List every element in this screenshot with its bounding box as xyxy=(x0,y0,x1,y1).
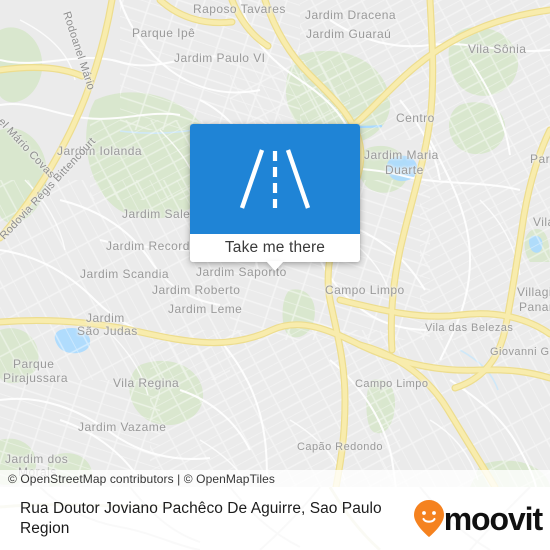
card-footer[interactable]: Take me there xyxy=(190,234,360,271)
map-road-label: el Mário Covas xyxy=(0,115,58,181)
map-place-label: Jardim Salet xyxy=(122,207,195,221)
map-place-label: Jardim Record J xyxy=(106,239,201,253)
map-place-label: Pirajussara xyxy=(3,371,68,385)
map-place-label: Capão Redondo xyxy=(297,441,383,453)
attribution-text: © OpenStreetMap contributors | © OpenMap… xyxy=(8,471,275,486)
map-place-label: Jardim Leme xyxy=(168,302,243,316)
moovit-wordmark: moovit xyxy=(443,500,543,537)
moovit-pin-icon xyxy=(413,500,444,537)
card-pointer xyxy=(266,261,284,271)
map-place-label: Jardim Scandia xyxy=(80,267,170,281)
map-place-label: Jardim Guaraú xyxy=(306,27,392,41)
map-place-label: Jardim dos xyxy=(5,452,69,466)
map-place-label: Vila das Belezas xyxy=(425,322,514,334)
map-place-label: Jardim Dracena xyxy=(305,8,396,22)
map-place-label: Centro xyxy=(396,111,435,125)
page-title: Rua Doutor Joviano Pachêco De Aguirre, S… xyxy=(20,499,382,537)
map-place-label: Vila xyxy=(533,215,550,229)
map-place-label: Parque xyxy=(13,357,55,371)
map-place-label: Par xyxy=(530,152,550,166)
map-place-label: Campo Limpo xyxy=(355,378,429,390)
card-image-header xyxy=(190,124,360,234)
map-road-label: Rodovia Régis Bittencourt xyxy=(0,135,99,243)
map-canvas[interactable]: Raposo Tavares Jardim Dracena Parque Ipê Ja… xyxy=(0,0,550,487)
map-place-label: São Judas xyxy=(77,324,138,338)
take-me-there-card[interactable]: Take me there xyxy=(190,124,360,271)
map-place-label: Parque Ipê xyxy=(132,26,196,40)
map-place-label: Villagio xyxy=(517,285,550,299)
map-place-label: Jardim Vazame xyxy=(78,420,167,434)
map-place-label: Raposo Tavares xyxy=(193,2,286,16)
map-place-label: Panam xyxy=(519,300,550,314)
page-footer: Rua Doutor Joviano Pachêco De Aguirre, S… xyxy=(0,487,550,550)
map-place-label: Jardim Maria xyxy=(364,148,439,162)
map-page: Raposo Tavares Jardim Dracena Parque Ipê Ja… xyxy=(0,0,550,550)
map-attribution[interactable]: © OpenStreetMap contributors | © OpenMap… xyxy=(0,470,550,487)
road-icon xyxy=(239,149,311,209)
take-me-there-label: Take me there xyxy=(224,239,326,256)
map-road-label: Rodoanel Mário xyxy=(60,10,98,92)
map-place-label: Jardim Paulo VI xyxy=(174,51,266,65)
map-place-label: Jardim xyxy=(86,311,125,325)
map-place-label: Duarte xyxy=(385,163,424,177)
map-place-label: Giovanni Gron xyxy=(490,346,550,358)
map-place-label: Campo Limpo xyxy=(325,283,405,297)
map-place-label: Vila Sônia xyxy=(468,42,527,56)
map-place-label: Jardim Roberto xyxy=(152,283,241,297)
map-place-label: Vila Regina xyxy=(113,376,180,390)
moovit-logo[interactable]: moovit xyxy=(413,500,543,537)
